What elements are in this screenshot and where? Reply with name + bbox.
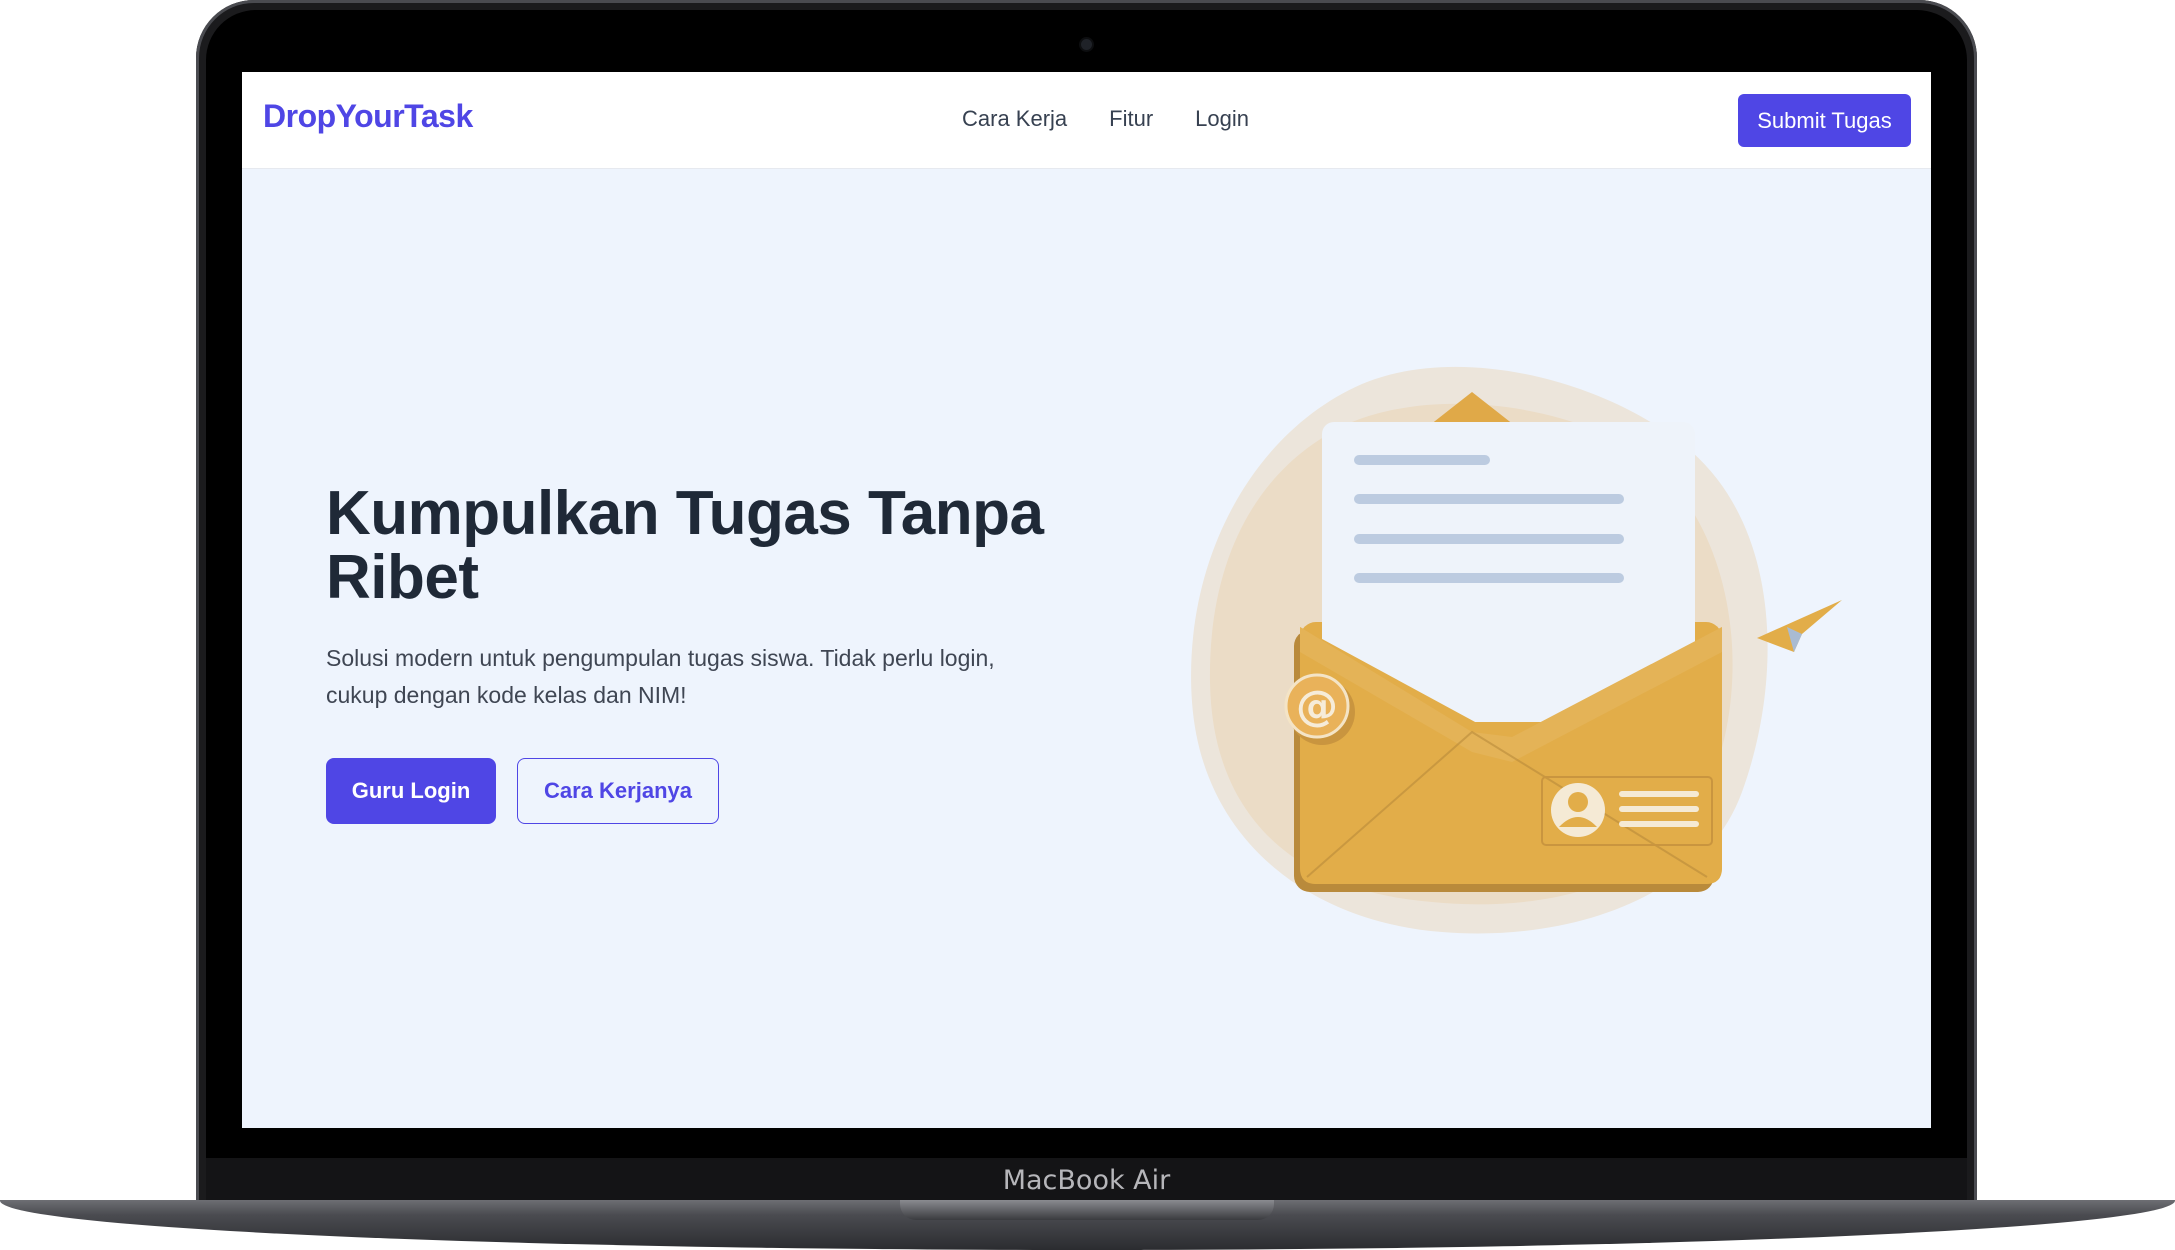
envelope-illustration: @ <box>1191 366 1842 934</box>
screen: DropYourTask Cara Kerja Fitur Login Subm… <box>242 72 1931 1128</box>
nav-link-fitur[interactable]: Fitur <box>1109 106 1153 132</box>
navbar: DropYourTask Cara Kerja Fitur Login Subm… <box>242 72 1931 169</box>
at-sign-icon: @ <box>1296 681 1338 730</box>
letter-line <box>1354 573 1624 583</box>
letter-line <box>1354 455 1490 465</box>
brand-logo[interactable]: DropYourTask <box>263 98 473 135</box>
letter-line <box>1354 494 1624 504</box>
letter-line <box>1354 534 1624 544</box>
paper-plane-icon <box>1757 600 1842 652</box>
cara-kerjanya-button[interactable]: Cara Kerjanya <box>517 758 719 824</box>
submit-tugas-button[interactable]: Submit Tugas <box>1738 94 1911 147</box>
nav-link-login[interactable]: Login <box>1195 106 1249 132</box>
device-model-label: MacBook Air <box>1002 1165 1171 1196</box>
hero-subtitle: Solusi modern untuk pengumpulan tugas si… <box>326 645 995 708</box>
guru-login-button[interactable]: Guru Login <box>326 758 496 824</box>
laptop-hinge-notch <box>900 1200 1274 1220</box>
nav-link-cara-kerja[interactable]: Cara Kerja <box>962 106 1067 132</box>
hero-title: Kumpulkan Tugas Tanpa Ribet <box>326 479 1044 612</box>
nav-links: Cara Kerja Fitur Login <box>962 106 1249 132</box>
camera-icon <box>1081 39 1092 50</box>
